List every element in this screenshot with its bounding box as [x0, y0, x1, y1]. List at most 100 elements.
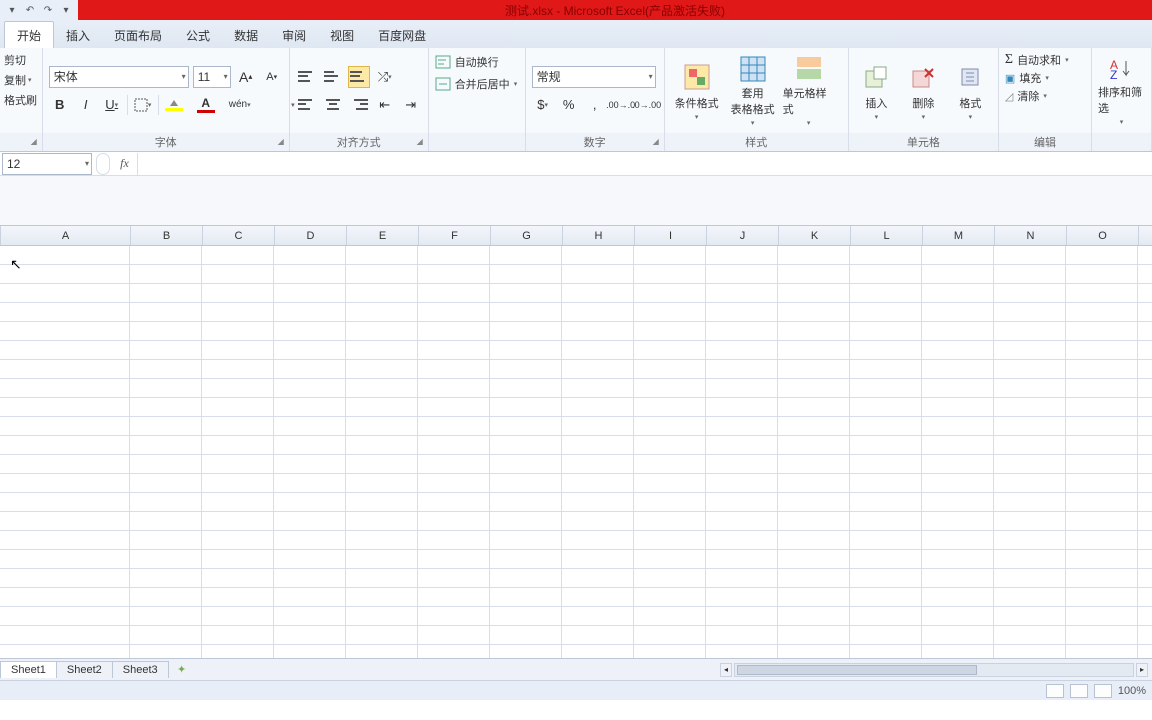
- number-format-combo[interactable]: 常规▾: [532, 66, 656, 88]
- cell[interactable]: [274, 455, 346, 473]
- increase-font-icon[interactable]: A▴: [235, 66, 257, 88]
- cell[interactable]: [850, 588, 922, 606]
- cell[interactable]: [418, 455, 490, 473]
- cell[interactable]: [0, 398, 130, 416]
- clipboard-dialog-icon[interactable]: ◢: [28, 137, 40, 149]
- cell[interactable]: [778, 588, 850, 606]
- cell[interactable]: [634, 341, 706, 359]
- cell[interactable]: [634, 246, 706, 264]
- page-break-view-icon[interactable]: [1094, 684, 1112, 698]
- column-header[interactable]: D: [275, 226, 347, 245]
- cell[interactable]: [418, 550, 490, 568]
- cell[interactable]: [778, 322, 850, 340]
- cell[interactable]: [778, 417, 850, 435]
- cell[interactable]: [994, 550, 1066, 568]
- cell[interactable]: [778, 493, 850, 511]
- cell[interactable]: [922, 645, 994, 658]
- cell[interactable]: [274, 303, 346, 321]
- fx-icon[interactable]: fx: [112, 153, 138, 175]
- cell[interactable]: [418, 322, 490, 340]
- cell[interactable]: [346, 379, 418, 397]
- cell[interactable]: [202, 417, 274, 435]
- conditional-format-button[interactable]: 条件格式▾: [671, 56, 723, 126]
- cell[interactable]: [202, 512, 274, 530]
- cell[interactable]: [850, 607, 922, 625]
- cell[interactable]: [850, 493, 922, 511]
- cell[interactable]: [850, 417, 922, 435]
- cell[interactable]: [346, 531, 418, 549]
- cell[interactable]: [274, 265, 346, 283]
- spreadsheet-grid[interactable]: ABCDEFGHIJKLMNO ↖: [0, 226, 1152, 658]
- cell[interactable]: [418, 531, 490, 549]
- cell[interactable]: [562, 246, 634, 264]
- insert-cells-button[interactable]: 插入▾: [855, 56, 898, 126]
- tab-formula[interactable]: 公式: [174, 22, 222, 48]
- cell[interactable]: [994, 645, 1066, 658]
- cell[interactable]: [418, 341, 490, 359]
- font-size-combo[interactable]: 11▾: [193, 66, 231, 88]
- cell[interactable]: [994, 379, 1066, 397]
- cell[interactable]: [562, 455, 634, 473]
- cell[interactable]: [0, 417, 130, 435]
- cell[interactable]: [1066, 550, 1138, 568]
- formula-input[interactable]: [138, 153, 1152, 175]
- cell[interactable]: [706, 246, 778, 264]
- cell[interactable]: [778, 474, 850, 492]
- cell[interactable]: [994, 417, 1066, 435]
- cell[interactable]: [202, 531, 274, 549]
- cell[interactable]: [994, 588, 1066, 606]
- cell[interactable]: [346, 398, 418, 416]
- cell[interactable]: [1066, 322, 1138, 340]
- cell[interactable]: [418, 436, 490, 454]
- column-header[interactable]: L: [851, 226, 923, 245]
- cell[interactable]: [850, 550, 922, 568]
- cell[interactable]: [562, 360, 634, 378]
- cell[interactable]: [274, 607, 346, 625]
- cell[interactable]: [922, 626, 994, 644]
- cell[interactable]: [778, 379, 850, 397]
- cell[interactable]: [274, 645, 346, 658]
- cell[interactable]: [922, 379, 994, 397]
- page-layout-view-icon[interactable]: [1070, 684, 1088, 698]
- cell[interactable]: [0, 493, 130, 511]
- cell[interactable]: [346, 569, 418, 587]
- cell[interactable]: [562, 474, 634, 492]
- cell[interactable]: [850, 341, 922, 359]
- cell[interactable]: [274, 322, 346, 340]
- cell[interactable]: [562, 322, 634, 340]
- cell[interactable]: [202, 379, 274, 397]
- cell[interactable]: [490, 398, 562, 416]
- cell[interactable]: [778, 303, 850, 321]
- cell[interactable]: [634, 303, 706, 321]
- cell[interactable]: [346, 588, 418, 606]
- cell[interactable]: [202, 436, 274, 454]
- cell[interactable]: [1066, 645, 1138, 658]
- cell[interactable]: [346, 607, 418, 625]
- cell[interactable]: [634, 569, 706, 587]
- cell[interactable]: [634, 398, 706, 416]
- cell[interactable]: [922, 360, 994, 378]
- font-dialog-icon[interactable]: ◢: [275, 137, 287, 149]
- cell[interactable]: [346, 265, 418, 283]
- cell[interactable]: [922, 398, 994, 416]
- cell[interactable]: [850, 436, 922, 454]
- cell[interactable]: [778, 398, 850, 416]
- cell[interactable]: [994, 265, 1066, 283]
- cell[interactable]: [994, 455, 1066, 473]
- align-middle-button[interactable]: [322, 66, 344, 88]
- cell[interactable]: [202, 246, 274, 264]
- cell[interactable]: [274, 246, 346, 264]
- cell[interactable]: [922, 303, 994, 321]
- cell[interactable]: [130, 379, 202, 397]
- cell[interactable]: [634, 417, 706, 435]
- cell[interactable]: [562, 493, 634, 511]
- cell[interactable]: [778, 341, 850, 359]
- cell[interactable]: [1066, 417, 1138, 435]
- cell[interactable]: [202, 322, 274, 340]
- cell[interactable]: [706, 550, 778, 568]
- cell[interactable]: [562, 303, 634, 321]
- zoom-level[interactable]: 100%: [1118, 685, 1146, 697]
- cell[interactable]: [562, 436, 634, 454]
- cell[interactable]: [346, 417, 418, 435]
- cell[interactable]: [418, 303, 490, 321]
